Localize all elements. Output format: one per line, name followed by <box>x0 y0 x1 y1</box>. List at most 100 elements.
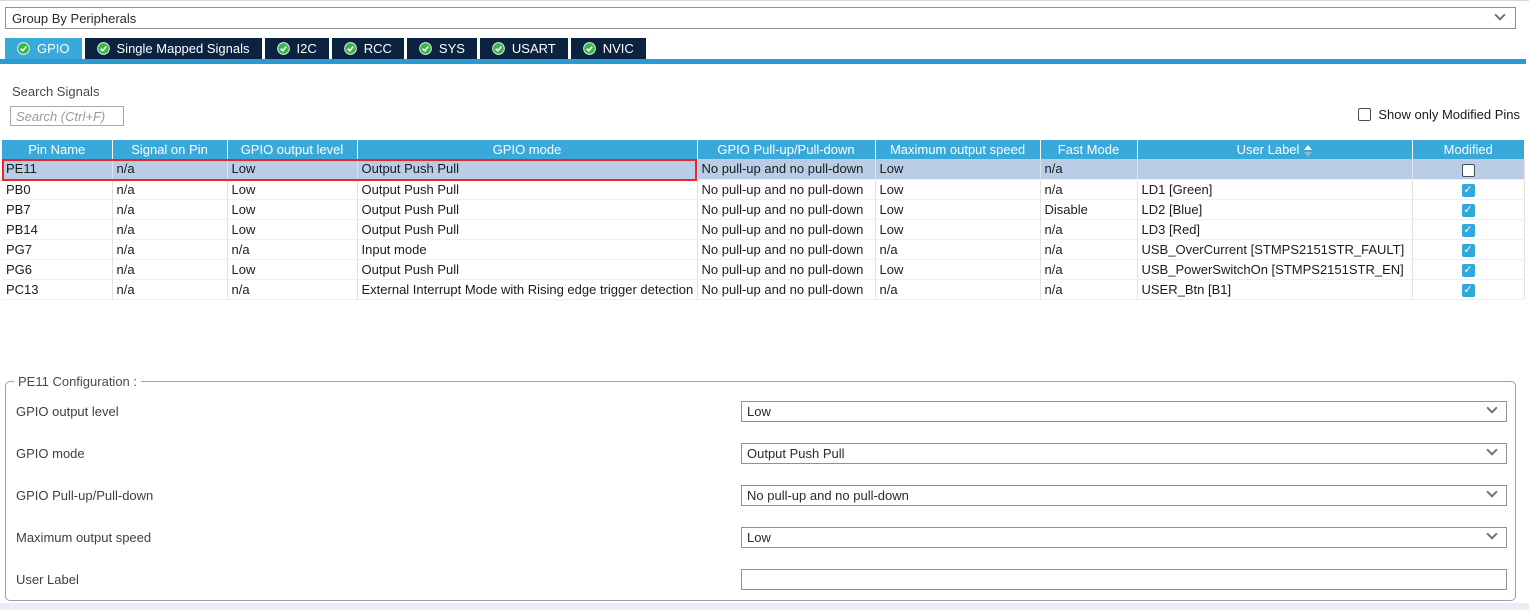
modified-checkbox[interactable]: ✓ <box>1462 204 1475 217</box>
cell-gpio-output-level[interactable]: Low <box>227 159 357 179</box>
cell-gpio-output-level[interactable]: n/a <box>227 239 357 259</box>
table-row-pc13[interactable]: PC13n/an/aExternal Interrupt Mode with R… <box>2 279 1524 299</box>
search-input[interactable] <box>10 106 124 126</box>
cell-pin-name[interactable]: PG7 <box>2 239 112 259</box>
cell-gpio-mode[interactable]: Input mode <box>357 239 697 259</box>
cell-pin-name[interactable]: PE11 <box>2 159 112 179</box>
modified-checkbox[interactable]: ✓ <box>1462 244 1475 257</box>
cell-pin-name[interactable]: PC13 <box>2 279 112 299</box>
group-by-dropdown[interactable]: Group By Peripherals <box>5 7 1516 29</box>
cell-maximum-output-speed[interactable]: Low <box>875 219 1040 239</box>
cell-maximum-output-speed[interactable]: Low <box>875 199 1040 219</box>
cell-gpio-output-level[interactable]: Low <box>227 219 357 239</box>
modified-checkbox[interactable]: ✓ <box>1462 164 1475 177</box>
cell-maximum-output-speed[interactable]: Low <box>875 179 1040 199</box>
cell-gpio-mode[interactable]: Output Push Pull <box>357 219 697 239</box>
cell-fast-mode[interactable]: n/a <box>1040 179 1137 199</box>
modified-checkbox[interactable]: ✓ <box>1462 284 1475 297</box>
table-row-pb0[interactable]: PB0n/aLowOutput Push PullNo pull-up and … <box>2 179 1524 199</box>
column-header-user-label[interactable]: User Label <box>1137 140 1412 159</box>
cell-signal-on-pin[interactable]: n/a <box>112 159 227 179</box>
table-row-pe11[interactable]: PE11n/aLowOutput Push PullNo pull-up and… <box>2 159 1524 179</box>
cell-fast-mode[interactable]: n/a <box>1040 219 1137 239</box>
column-header-gpio-mode[interactable]: GPIO mode <box>357 140 697 159</box>
modified-checkbox[interactable]: ✓ <box>1462 264 1475 277</box>
cell-user-label[interactable]: LD1 [Green] <box>1137 179 1412 199</box>
cell-gpio-output-level[interactable]: n/a <box>227 279 357 299</box>
cell-gpio-pull-up-pull-down[interactable]: No pull-up and no pull-down <box>697 259 875 279</box>
cell-maximum-output-speed[interactable]: n/a <box>875 279 1040 299</box>
tab-sys[interactable]: SYS <box>407 38 477 59</box>
cell-fast-mode[interactable]: Disable <box>1040 199 1137 219</box>
cell-gpio-mode[interactable]: Output Push Pull <box>357 159 697 179</box>
column-header-gpio-output-level[interactable]: GPIO output level <box>227 140 357 159</box>
table-row-pb7[interactable]: PB7n/aLowOutput Push PullNo pull-up and … <box>2 199 1524 219</box>
cell-gpio-mode[interactable]: External Interrupt Mode with Rising edge… <box>357 279 697 299</box>
cell-gpio-output-level[interactable]: Low <box>227 259 357 279</box>
tab-rcc[interactable]: RCC <box>332 38 404 59</box>
tab-label: USART <box>512 41 556 56</box>
cell-signal-on-pin[interactable]: n/a <box>112 179 227 199</box>
cell-signal-on-pin[interactable]: n/a <box>112 239 227 259</box>
cell-signal-on-pin[interactable]: n/a <box>112 219 227 239</box>
cell-maximum-output-speed[interactable]: n/a <box>875 239 1040 259</box>
show-only-modified-checkbox[interactable]: ✓ <box>1358 108 1371 121</box>
user-label-input[interactable] <box>747 572 1482 587</box>
cell-user-label[interactable]: USB_PowerSwitchOn [STMPS2151STR_EN] <box>1137 259 1412 279</box>
cell-pin-name[interactable]: PB0 <box>2 179 112 199</box>
cell-fast-mode[interactable]: n/a <box>1040 259 1137 279</box>
column-header-maximum-output-speed[interactable]: Maximum output speed <box>875 140 1040 159</box>
modified-checkbox[interactable]: ✓ <box>1462 224 1475 237</box>
cell-gpio-pull-up-pull-down[interactable]: No pull-up and no pull-down <box>697 179 875 199</box>
cell-gpio-pull-up-pull-down[interactable]: No pull-up and no pull-down <box>697 159 875 179</box>
table-row-pg6[interactable]: PG6n/aLowOutput Push PullNo pull-up and … <box>2 259 1524 279</box>
tab-label: RCC <box>364 41 392 56</box>
tab-nvic[interactable]: NVIC <box>571 38 646 59</box>
cell-fast-mode[interactable]: n/a <box>1040 239 1137 259</box>
config-dropdown-gpio-pull-up-pull-down[interactable]: No pull-up and no pull-down <box>741 485 1507 506</box>
tab-i2c[interactable]: I2C <box>265 38 329 59</box>
cell-gpio-output-level[interactable]: Low <box>227 179 357 199</box>
column-header-gpio-pull-up-pull-down[interactable]: GPIO Pull-up/Pull-down <box>697 140 875 159</box>
tab-usart[interactable]: USART <box>480 38 568 59</box>
show-only-modified-filter[interactable]: ✓ Show only Modified Pins <box>1358 107 1520 122</box>
config-dropdown-gpio-output-level[interactable]: Low <box>741 401 1507 422</box>
cell-signal-on-pin[interactable]: n/a <box>112 259 227 279</box>
tab-gpio[interactable]: GPIO <box>5 38 82 59</box>
cell-fast-mode[interactable]: n/a <box>1040 159 1137 179</box>
config-dropdown-gpio-mode[interactable]: Output Push Pull <box>741 443 1507 464</box>
column-header-pin-name[interactable]: Pin Name <box>2 140 112 159</box>
column-header-signal-on-pin[interactable]: Signal on Pin <box>112 140 227 159</box>
cell-user-label[interactable] <box>1137 159 1412 179</box>
config-dropdown-maximum-output-speed[interactable]: Low <box>741 527 1507 548</box>
cell-gpio-pull-up-pull-down[interactable]: No pull-up and no pull-down <box>697 199 875 219</box>
cell-gpio-pull-up-pull-down[interactable]: No pull-up and no pull-down <box>697 279 875 299</box>
cell-gpio-output-level[interactable]: Low <box>227 199 357 219</box>
cell-pin-name[interactable]: PB14 <box>2 219 112 239</box>
table-row-pb14[interactable]: PB14n/aLowOutput Push PullNo pull-up and… <box>2 219 1524 239</box>
column-header-modified[interactable]: Modified <box>1412 140 1524 159</box>
tab-single-mapped-signals[interactable]: Single Mapped Signals <box>85 38 262 59</box>
config-input-user-label[interactable] <box>741 569 1507 590</box>
cell-gpio-mode[interactable]: Output Push Pull <box>357 199 697 219</box>
cell-signal-on-pin[interactable]: n/a <box>112 199 227 219</box>
cell-user-label[interactable]: LD2 [Blue] <box>1137 199 1412 219</box>
cell-user-label[interactable]: USER_Btn [B1] <box>1137 279 1412 299</box>
cell-user-label[interactable]: LD3 [Red] <box>1137 219 1412 239</box>
sort-arrows-icon <box>1304 145 1312 157</box>
column-header-fast-mode[interactable]: Fast Mode <box>1040 140 1137 159</box>
column-header-label: Signal on Pin <box>131 142 208 157</box>
cell-gpio-mode[interactable]: Output Push Pull <box>357 259 697 279</box>
cell-maximum-output-speed[interactable]: Low <box>875 259 1040 279</box>
cell-gpio-mode[interactable]: Output Push Pull <box>357 179 697 199</box>
cell-fast-mode[interactable]: n/a <box>1040 279 1137 299</box>
cell-gpio-pull-up-pull-down[interactable]: No pull-up and no pull-down <box>697 239 875 259</box>
cell-signal-on-pin[interactable]: n/a <box>112 279 227 299</box>
cell-maximum-output-speed[interactable]: Low <box>875 159 1040 179</box>
table-row-pg7[interactable]: PG7n/an/aInput modeNo pull-up and no pul… <box>2 239 1524 259</box>
cell-gpio-pull-up-pull-down[interactable]: No pull-up and no pull-down <box>697 219 875 239</box>
cell-user-label[interactable]: USB_OverCurrent [STMPS2151STR_FAULT] <box>1137 239 1412 259</box>
cell-pin-name[interactable]: PB7 <box>2 199 112 219</box>
cell-pin-name[interactable]: PG6 <box>2 259 112 279</box>
modified-checkbox[interactable]: ✓ <box>1462 184 1475 197</box>
